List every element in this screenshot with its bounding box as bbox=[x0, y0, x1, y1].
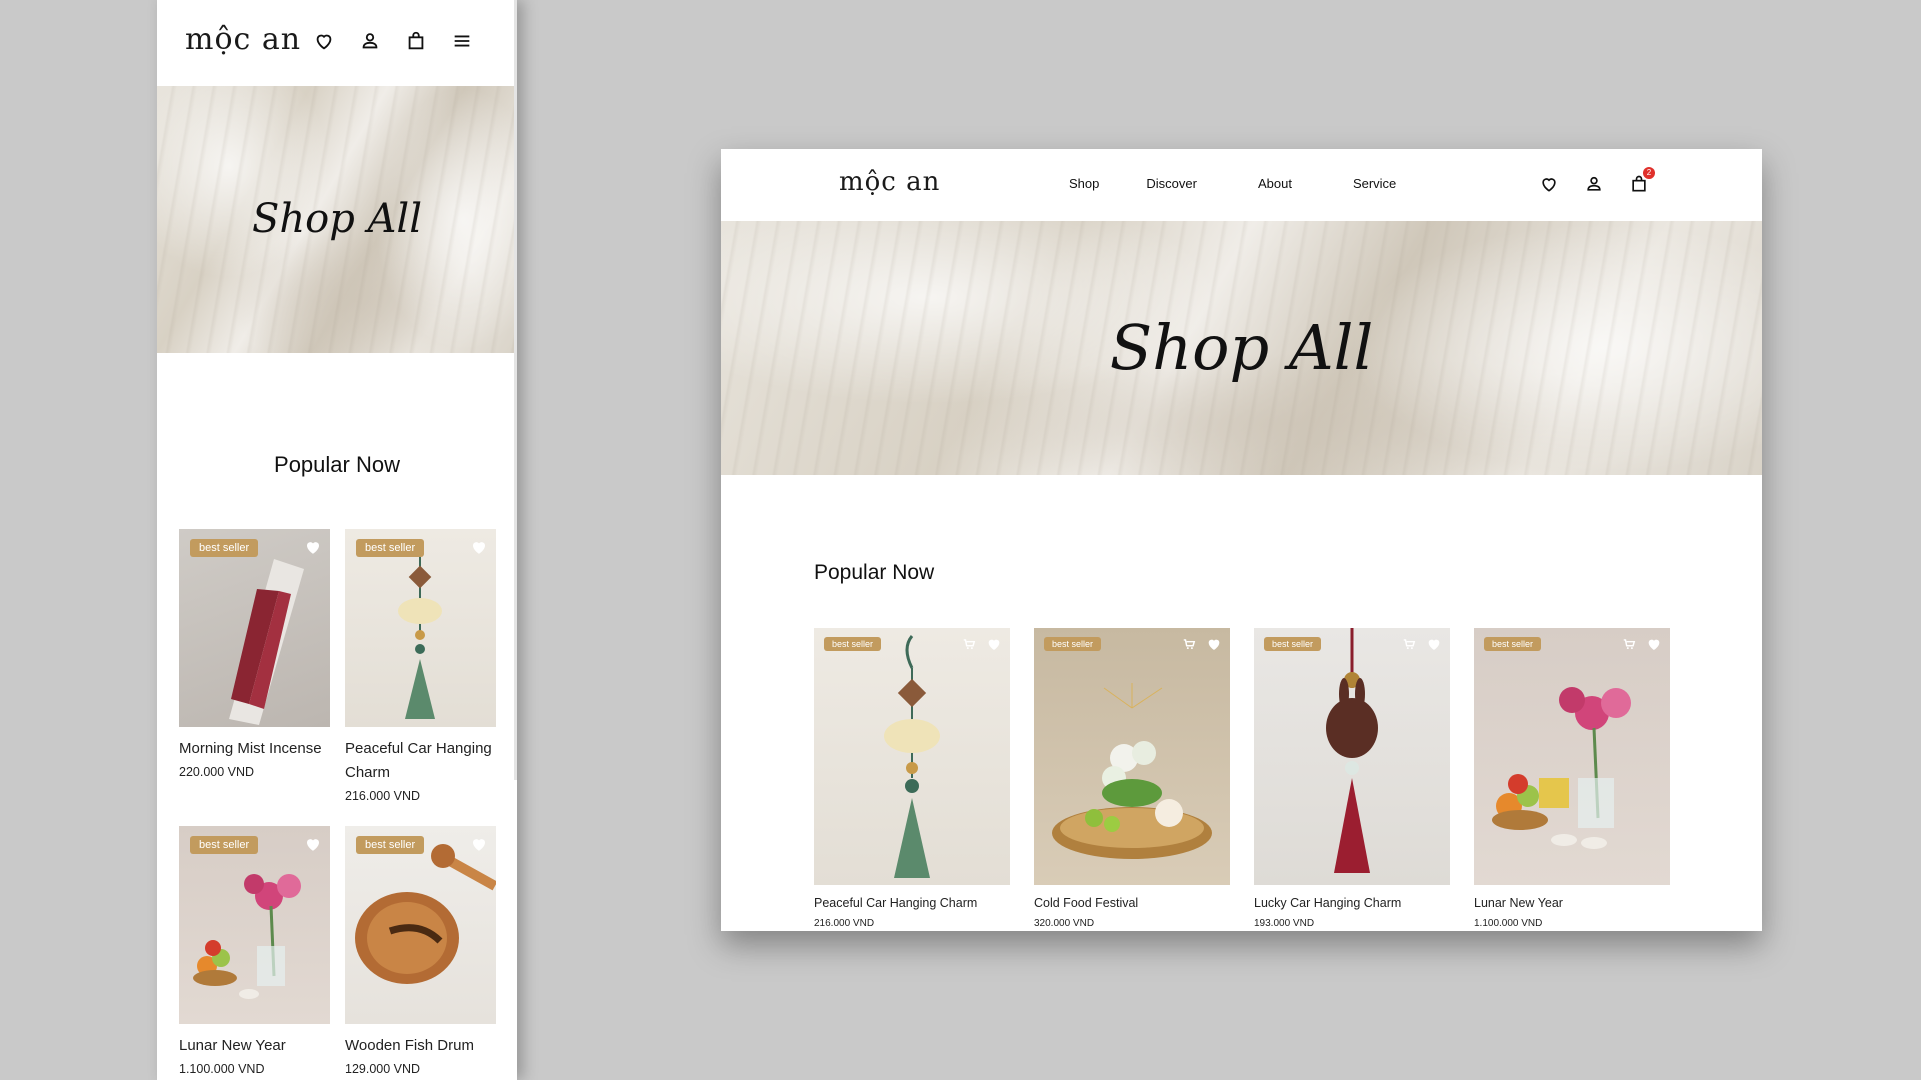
user-icon[interactable] bbox=[1584, 174, 1604, 194]
product-card[interactable]: best seller Cold Food Festival 320.000 V… bbox=[1034, 628, 1230, 929]
product-card[interactable]: best seller Peaceful Car Hanging Charm 2… bbox=[345, 529, 496, 803]
best-seller-badge: best seller bbox=[1264, 637, 1322, 651]
product-name[interactable]: Wooden Fish Drum bbox=[345, 1034, 496, 1058]
best-seller-badge: best seller bbox=[356, 539, 425, 557]
mobile-screen: mộc an Shop All Popular Now best seller … bbox=[157, 0, 517, 1080]
section-title: Popular Now bbox=[814, 561, 935, 584]
product-card[interactable]: best seller Wooden Fish Drum 129.000 VND bbox=[345, 826, 496, 1076]
product-price: 129.000 VND bbox=[345, 1062, 421, 1076]
heart-icon[interactable] bbox=[1539, 174, 1559, 194]
add-to-cart-icon[interactable] bbox=[1622, 637, 1636, 656]
product-image[interactable]: best seller bbox=[179, 826, 330, 1024]
product-name[interactable]: Cold Food Festival bbox=[1034, 896, 1230, 910]
wishlist-heart-icon[interactable] bbox=[1206, 636, 1222, 657]
add-to-cart-icon[interactable] bbox=[1182, 637, 1196, 656]
nav-item-discover[interactable]: Discover bbox=[1146, 176, 1197, 191]
wishlist-heart-icon[interactable] bbox=[470, 538, 488, 561]
wishlist-heart-icon[interactable] bbox=[986, 636, 1002, 657]
product-image[interactable]: best seller bbox=[1474, 628, 1670, 885]
product-price: 1.100.000 VND bbox=[1474, 918, 1543, 929]
nav-item-service[interactable]: Service bbox=[1353, 176, 1396, 191]
hero-banner: Shop All bbox=[721, 221, 1762, 475]
product-price: 220.000 VND bbox=[179, 765, 255, 779]
product-image[interactable]: best seller bbox=[1034, 628, 1230, 885]
product-price: 216.000 VND bbox=[345, 789, 421, 803]
product-name[interactable]: Lunar New Year bbox=[1474, 896, 1670, 910]
product-image[interactable]: best seller bbox=[345, 826, 496, 1024]
scrollbar[interactable] bbox=[514, 0, 517, 780]
best-seller-badge: best seller bbox=[1484, 637, 1542, 651]
product-card[interactable]: best seller Lunar New Year 1.100.000 VND bbox=[1474, 628, 1670, 929]
product-price: 216.000 VND bbox=[814, 918, 875, 929]
product-name[interactable]: Morning Mist Incense bbox=[179, 737, 330, 761]
product-card[interactable]: best seller Lunar New Year 1.100.000 VND bbox=[179, 826, 330, 1076]
product-name[interactable]: Lucky Car Hanging Charm bbox=[1254, 896, 1450, 910]
mobile-header: mộc an bbox=[157, 0, 517, 86]
best-seller-badge: best seller bbox=[824, 637, 882, 651]
desktop-screen: mộc an Shop Discover About Service 2 Sho… bbox=[721, 149, 1762, 931]
main-nav: Shop Discover About Service bbox=[1069, 176, 1396, 191]
product-image[interactable]: best seller bbox=[179, 529, 330, 727]
wishlist-heart-icon[interactable] bbox=[304, 538, 322, 561]
shopping-bag-icon[interactable]: 2 bbox=[1629, 167, 1655, 194]
product-image[interactable]: best seller bbox=[345, 529, 496, 727]
cart-count-badge: 2 bbox=[1643, 167, 1655, 179]
product-image[interactable]: best seller bbox=[814, 628, 1010, 885]
product-name[interactable]: Peaceful Car Hanging Charm bbox=[345, 737, 496, 785]
product-price: 320.000 VND bbox=[1034, 918, 1095, 929]
shopping-bag-icon[interactable] bbox=[405, 30, 427, 52]
product-card[interactable]: best seller Morning Mist Incense 220.000… bbox=[179, 529, 330, 779]
best-seller-badge: best seller bbox=[356, 836, 425, 854]
menu-icon[interactable] bbox=[451, 30, 473, 52]
add-to-cart-icon[interactable] bbox=[1402, 637, 1416, 656]
product-name[interactable]: Lunar New Year bbox=[179, 1034, 330, 1058]
wishlist-heart-icon[interactable] bbox=[1646, 636, 1662, 657]
nav-item-about[interactable]: About bbox=[1258, 176, 1292, 191]
heart-icon[interactable] bbox=[313, 30, 335, 52]
product-name[interactable]: Peaceful Car Hanging Charm bbox=[814, 896, 1010, 910]
product-card[interactable]: best seller Lucky Car Hanging Charm 193.… bbox=[1254, 628, 1450, 929]
product-price: 193.000 VND bbox=[1254, 918, 1315, 929]
product-card[interactable]: best seller Peaceful Car Hanging Charm 2… bbox=[814, 628, 1010, 929]
product-image[interactable]: best seller bbox=[1254, 628, 1450, 885]
nav-item-shop[interactable]: Shop bbox=[1069, 176, 1099, 191]
product-price: 1.100.000 VND bbox=[179, 1062, 265, 1076]
best-seller-badge: best seller bbox=[190, 836, 259, 854]
best-seller-badge: best seller bbox=[1044, 637, 1102, 651]
add-to-cart-icon[interactable] bbox=[962, 637, 976, 656]
best-seller-badge: best seller bbox=[190, 539, 259, 557]
hero-title: Shop All bbox=[251, 196, 423, 242]
hero-title: Shop All bbox=[1109, 311, 1374, 384]
desktop-header: mộc an Shop Discover About Service 2 bbox=[721, 149, 1762, 221]
brand-logo[interactable]: mộc an bbox=[185, 22, 301, 57]
wishlist-heart-icon[interactable] bbox=[304, 835, 322, 858]
section-title: Popular Now bbox=[274, 452, 400, 477]
wishlist-heart-icon[interactable] bbox=[470, 835, 488, 858]
wishlist-heart-icon[interactable] bbox=[1426, 636, 1442, 657]
brand-logo[interactable]: mộc an bbox=[839, 167, 940, 197]
user-icon[interactable] bbox=[359, 30, 381, 52]
hero-banner: Shop All bbox=[157, 86, 517, 353]
